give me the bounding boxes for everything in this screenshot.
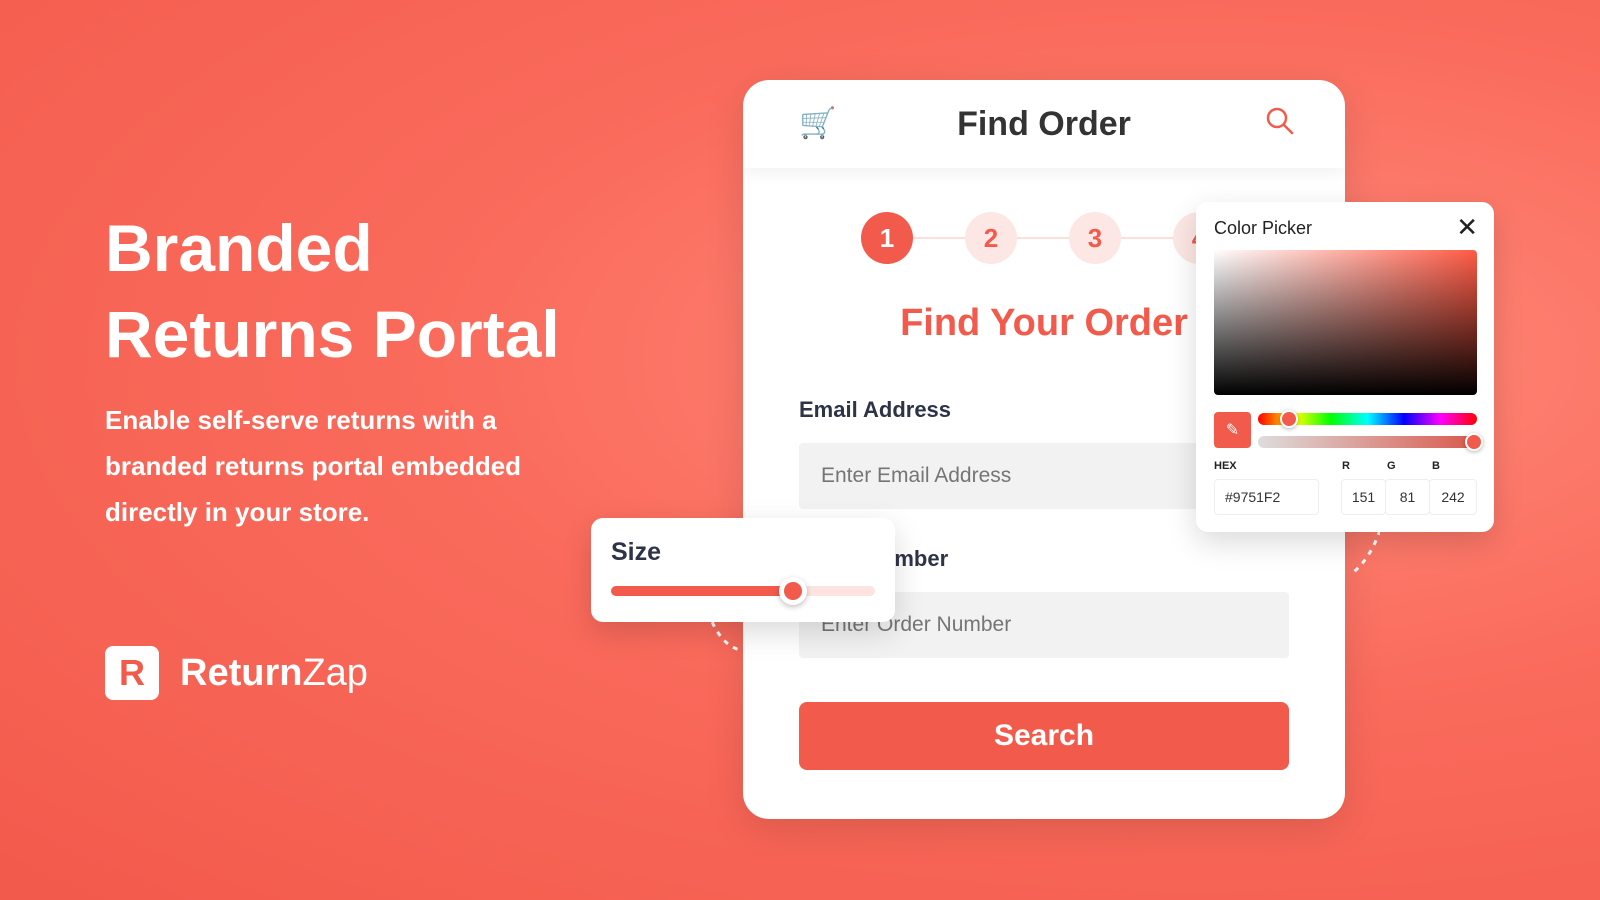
size-slider[interactable] <box>611 577 875 605</box>
step-3[interactable]: 3 <box>1069 212 1121 264</box>
step-1[interactable]: 1 <box>861 212 913 264</box>
cart-icon[interactable]: 🛒 <box>799 106 836 141</box>
size-slider-fill <box>611 586 794 596</box>
alpha-slider[interactable] <box>1258 433 1483 451</box>
close-icon[interactable]: ✕ <box>1456 212 1478 243</box>
hex-label: HEX <box>1214 460 1237 472</box>
brand-name: ReturnZap <box>180 652 368 695</box>
size-slider-handle[interactable] <box>779 577 808 605</box>
card-header: 🛒 Find Order <box>743 80 1345 168</box>
size-label: Size <box>611 538 662 566</box>
hue-slider-handle[interactable] <box>1279 410 1298 428</box>
email-label: Email Address <box>799 397 952 422</box>
hue-slider[interactable] <box>1258 410 1477 428</box>
hero-subtitle: Enable self-serve returns with a branded… <box>105 405 522 527</box>
search-button[interactable]: Search <box>799 702 1289 770</box>
logo-letter: R <box>119 652 145 693</box>
r-input[interactable]: 151 <box>1341 479 1386 515</box>
color-picker-title: Color Picker <box>1214 218 1313 238</box>
hero-title: Branded Returns Portal <box>105 205 560 377</box>
brand-name-bold: Return <box>180 652 303 694</box>
g-label: G <box>1387 460 1396 472</box>
saturation-value-area[interactable] <box>1214 250 1477 395</box>
r-label: R <box>1342 460 1350 472</box>
card-title: Find Order <box>957 104 1131 143</box>
hex-input[interactable]: #9751F2 <box>1214 479 1319 515</box>
alpha-slider-handle[interactable] <box>1465 433 1483 451</box>
title-line-1: Branded <box>105 211 373 285</box>
search-icon[interactable] <box>1265 106 1295 136</box>
size-widget: Size <box>591 518 895 622</box>
brand-name-light: Zap <box>302 652 368 694</box>
title-line-2: Returns Portal <box>105 297 560 371</box>
eyedropper-icon[interactable]: ✎ <box>1214 412 1251 448</box>
b-label: B <box>1432 460 1440 472</box>
returnzap-logo-icon: R <box>105 646 159 700</box>
color-picker-panel: Color Picker ✕ ✎ HEX R G B #9751F2 151 8… <box>1196 202 1494 532</box>
b-input[interactable]: 242 <box>1429 479 1477 515</box>
step-2[interactable]: 2 <box>965 212 1017 264</box>
g-input[interactable]: 81 <box>1385 479 1430 515</box>
